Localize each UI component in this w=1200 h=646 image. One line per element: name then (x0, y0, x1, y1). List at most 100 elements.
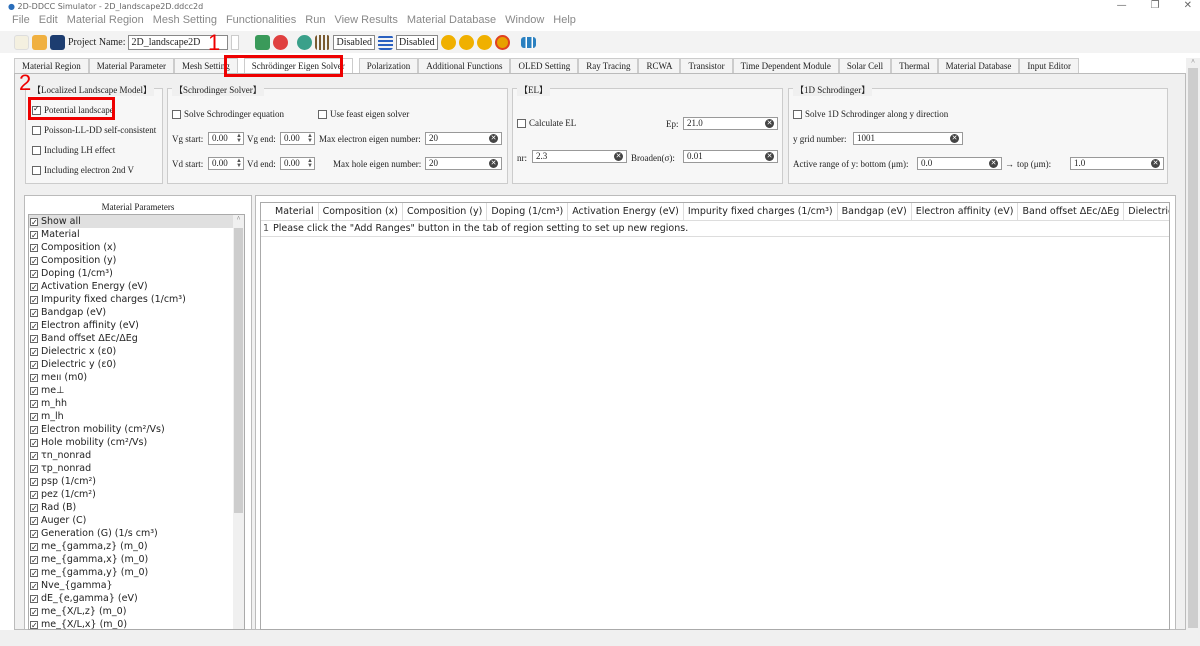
clear-icon[interactable]: ✕ (989, 159, 998, 168)
open-folder-icon[interactable] (32, 34, 47, 50)
tab-material-database[interactable]: Material Database (937, 58, 1020, 73)
clear-icon[interactable]: ✕ (765, 119, 774, 128)
column-header[interactable]: Material (271, 203, 319, 220)
refresh-green-icon[interactable] (255, 34, 271, 50)
new-file-icon[interactable] (14, 34, 29, 50)
calculate-el-checkbox[interactable]: Calculate EL (517, 118, 576, 129)
table-row[interactable]: 1 Please click the "Add Ranges" button i… (261, 221, 1169, 237)
column-header[interactable]: Dielectric x (ε0) (1124, 203, 1169, 220)
max-electron-input[interactable]: 20 ✕ (425, 132, 502, 145)
ep-input[interactable]: 21.0 ✕ (683, 117, 778, 130)
menu-material-region[interactable]: Material Region (67, 14, 144, 30)
column-header[interactable]: Band offset ΔEc/ΔEg (1018, 203, 1125, 220)
maximize-button[interactable]: ❐ (1151, 0, 1160, 11)
material-parameter-item[interactable]: Dielectric y (ε0) (29, 358, 244, 372)
material-parameter-item[interactable]: dE_{e,gamma} (eV) (29, 592, 244, 606)
spin-arrows-icon[interactable]: ▲ ▼ (307, 158, 313, 169)
clear-icon[interactable]: ✕ (765, 152, 774, 161)
fast-forward-icon[interactable] (458, 34, 474, 50)
chart-icon[interactable] (520, 36, 536, 48)
scroll-up-icon[interactable]: ^ (233, 215, 244, 223)
material-parameter-item[interactable]: pez (1/cm²) (29, 488, 244, 502)
menu-view-results[interactable]: View Results (334, 14, 397, 30)
vg-start-spinbox[interactable]: 0.00 ▲ ▼ (208, 132, 244, 145)
spin-arrows-icon[interactable]: ▲ ▼ (236, 133, 242, 144)
tab-transistor[interactable]: Transistor (680, 58, 733, 73)
menu-edit[interactable]: Edit (39, 14, 58, 30)
material-parameter-item[interactable]: me_{gamma,y} (m_0) (29, 566, 244, 580)
material-parameter-item[interactable]: Doping (1/cm³) (29, 267, 244, 281)
tab-rcwa[interactable]: RCWA (638, 58, 681, 73)
feast-solver-checkbox[interactable]: Use feast eigen solver (318, 109, 409, 120)
material-parameter-item[interactable]: Bandgap (eV) (29, 306, 244, 320)
vd-end-spinbox[interactable]: 0.00 ▲ ▼ (280, 157, 315, 170)
material-parameter-item[interactable]: me_{gamma,z} (m_0) (29, 540, 244, 554)
list-icon[interactable] (378, 34, 394, 50)
stop-icon[interactable] (494, 34, 510, 50)
clear-icon[interactable]: ✕ (950, 134, 959, 143)
material-parameter-item[interactable]: meıı (m0) (29, 371, 244, 385)
tab-solar-cell[interactable]: Solar Cell (838, 58, 892, 73)
close-button[interactable]: ✕ (1184, 0, 1192, 11)
menu-file[interactable]: File (12, 14, 30, 30)
page-scroll-thumb[interactable] (1188, 68, 1198, 628)
material-list-scroll-thumb[interactable] (234, 228, 243, 513)
material-parameter-item[interactable]: Auger (C) (29, 514, 244, 528)
menu-run[interactable]: Run (305, 14, 325, 30)
y-grid-input[interactable]: 1001 ✕ (853, 132, 963, 145)
spin-arrows-icon[interactable]: ▲ ▼ (236, 158, 242, 169)
tab-material-parameter[interactable]: Material Parameter (88, 58, 174, 73)
material-parameter-item[interactable]: Electron affinity (eV) (29, 319, 244, 333)
menu-mesh-setting[interactable]: Mesh Setting (153, 14, 217, 30)
solve-1d-checkbox[interactable]: Solve 1D Schrodinger along y direction (793, 109, 948, 120)
column-header[interactable]: Electron affinity (eV) (912, 203, 1019, 220)
tab-additional-functions[interactable]: Additional Functions (418, 58, 511, 73)
tab-time-dependent-module[interactable]: Time Dependent Module (732, 58, 839, 73)
clear-icon[interactable]: ✕ (614, 152, 623, 161)
scroll-up-icon[interactable]: ^ (1186, 58, 1200, 66)
minimize-button[interactable]: — (1117, 0, 1127, 11)
solve-schrodinger-checkbox[interactable]: Solve Schrodinger equation (172, 109, 284, 120)
tab-oled-setting[interactable]: OLED Setting (510, 58, 579, 73)
material-parameter-item[interactable]: Rad (B) (29, 501, 244, 515)
material-parameter-item[interactable]: Activation Energy (eV) (29, 280, 244, 294)
material-parameter-item[interactable]: Electron mobility (cm²/Vs) (29, 423, 244, 437)
column-header[interactable]: Bandgap (eV) (838, 203, 912, 220)
poisson-ll-dd-checkbox[interactable]: Poisson-LL-DD self-consistent (32, 125, 156, 136)
save-icon[interactable] (50, 34, 65, 50)
material-parameter-item[interactable]: Composition (y) (29, 254, 244, 268)
column-header[interactable]: Impurity fixed charges (1/cm³) (684, 203, 838, 220)
disabled-field-1[interactable]: Disabled (333, 34, 376, 50)
menu-functionalities[interactable]: Functionalities (226, 14, 296, 30)
tab-ray-tracing[interactable]: Ray Tracing (578, 58, 639, 73)
material-parameter-item[interactable]: Impurity fixed charges (1/cm³) (29, 293, 244, 307)
export-icon[interactable] (476, 34, 492, 50)
tab-input-editor[interactable]: Input Editor (1019, 58, 1080, 73)
material-parameter-item[interactable]: psp (1/cm²) (29, 475, 244, 489)
mesh-icon[interactable] (297, 34, 313, 50)
column-header[interactable]: Composition (y) (403, 203, 488, 220)
material-parameter-item[interactable]: me_{X/L,x} (m_0) (29, 618, 244, 629)
clear-icon[interactable]: ✕ (1151, 159, 1160, 168)
material-parameter-item[interactable]: τn_nonrad (29, 449, 244, 463)
menu-help[interactable]: Help (553, 14, 576, 30)
tab-thermal[interactable]: Thermal (891, 58, 938, 73)
bottom-input[interactable]: 0.0 ✕ (917, 157, 1002, 170)
menu-material-database[interactable]: Material Database (407, 14, 496, 30)
material-parameter-item[interactable]: Show all (29, 215, 244, 229)
lh-effect-checkbox[interactable]: Including LH effect (32, 145, 115, 156)
clear-icon[interactable]: ✕ (489, 159, 498, 168)
material-parameter-item[interactable]: m_hh (29, 397, 244, 411)
vd-start-spinbox[interactable]: 0.00 ▲ ▼ (208, 157, 244, 170)
material-parameter-item[interactable]: me_{X/L,z} (m_0) (29, 605, 244, 619)
play-icon[interactable] (440, 34, 456, 50)
material-parameter-item[interactable]: m_lh (29, 410, 244, 424)
bars-icon[interactable] (315, 34, 331, 50)
nr-input[interactable]: 2.3 ✕ (532, 150, 627, 163)
refresh-red-icon[interactable] (273, 34, 289, 50)
material-parameter-item[interactable]: me⊥ (29, 384, 244, 398)
material-parameter-item[interactable]: Nve_{gamma} (29, 579, 244, 593)
max-hole-input[interactable]: 20 ✕ (425, 157, 502, 170)
column-header[interactable]: Doping (1/cm³) (487, 203, 569, 220)
spin-arrows-icon[interactable]: ▲ ▼ (307, 133, 313, 144)
